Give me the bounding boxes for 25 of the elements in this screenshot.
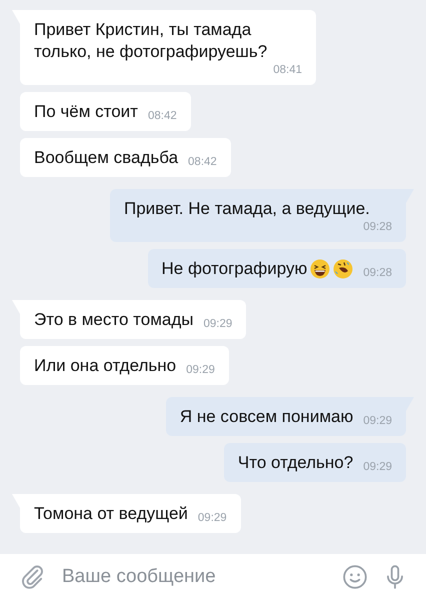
message-time: 08:42 <box>187 155 217 169</box>
message-text: Что отдельно? <box>238 452 354 474</box>
smiley-icon[interactable] <box>342 564 368 590</box>
laughing-face-icon <box>310 259 330 279</box>
message-time: 09:28 <box>362 220 392 234</box>
message-time: 08:42 <box>146 109 177 123</box>
message-input[interactable]: Ваше сообщение <box>60 565 328 589</box>
message-time: 09:29 <box>202 317 232 331</box>
paperclip-icon[interactable] <box>20 564 46 590</box>
message-text: Или она отдельно <box>34 355 176 377</box>
message-text: Вообщем свадьба <box>34 147 178 169</box>
message-text: Томона от ведущей <box>34 503 188 525</box>
laughing-face-icon <box>333 259 354 279</box>
message-text: Я не совсем понимаю <box>180 406 354 428</box>
message-text: Не фотографирую <box>162 258 308 280</box>
message-time: 08:41 <box>272 63 302 77</box>
message-time: 09:29 <box>185 363 215 377</box>
message-time: 09:29 <box>196 511 227 525</box>
message-text: Это в место томады <box>34 309 194 331</box>
message-time: 09:28 <box>362 266 392 280</box>
message-time: 09:29 <box>362 414 392 428</box>
message-time: 09:29 <box>362 460 392 474</box>
message-text: По чём стоит <box>34 101 138 123</box>
message-text: Привет Кристин, ты тамада только, не фотографируешь? <box>34 19 268 63</box>
message-text: Привет. Не тамада, а ведущие. <box>124 198 370 220</box>
